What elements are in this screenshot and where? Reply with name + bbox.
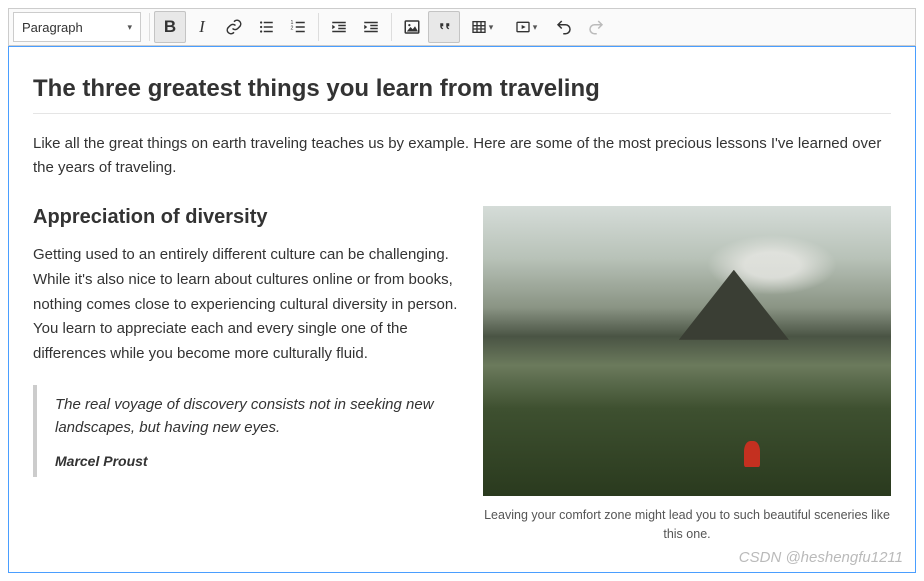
undo-icon xyxy=(555,18,573,36)
bulleted-list-icon xyxy=(257,18,275,36)
image-icon xyxy=(403,18,421,36)
media-icon xyxy=(515,19,531,35)
quote-icon xyxy=(435,18,453,36)
redo-icon xyxy=(587,18,605,36)
section-paragraph[interactable]: Getting used to an entirely different cu… xyxy=(33,243,463,367)
chevron-down-icon: ▾ xyxy=(127,22,132,33)
quote-author[interactable]: Marcel Proust xyxy=(55,453,463,469)
editor-toolbar: Paragraph ▾ B I 12 xyxy=(8,8,916,46)
bulleted-list-button[interactable] xyxy=(250,11,282,43)
link-icon xyxy=(225,18,243,36)
intro-paragraph[interactable]: Like all the great things on earth trave… xyxy=(33,132,891,180)
table-icon xyxy=(471,19,487,35)
watermark: CSDN @heshengfu1211 xyxy=(739,549,903,566)
toolbar-separator xyxy=(149,13,150,41)
editor-content[interactable]: The three greatest things you learn from… xyxy=(8,46,916,573)
italic-button[interactable]: I xyxy=(186,11,218,43)
chevron-down-icon: ▾ xyxy=(533,22,538,33)
blockquote[interactable]: The real voyage of discovery consists no… xyxy=(33,385,463,478)
chevron-down-icon: ▾ xyxy=(489,22,494,33)
image-button[interactable] xyxy=(396,11,428,43)
outdent-button[interactable] xyxy=(323,11,355,43)
svg-text:2: 2 xyxy=(291,25,294,31)
italic-icon: I xyxy=(199,17,205,37)
figure-caption[interactable]: Leaving your comfort zone might lead you… xyxy=(483,506,891,544)
indent-button[interactable] xyxy=(355,11,387,43)
outdent-icon xyxy=(330,18,348,36)
undo-button[interactable] xyxy=(548,11,580,43)
blockquote-button[interactable] xyxy=(428,11,460,43)
figure-image[interactable] xyxy=(483,206,891,496)
media-button[interactable]: ▾ xyxy=(504,11,548,43)
hiker-decoration xyxy=(744,441,760,467)
document-title[interactable]: The three greatest things you learn from… xyxy=(33,75,891,114)
table-button[interactable]: ▾ xyxy=(460,11,504,43)
redo-button[interactable] xyxy=(580,11,612,43)
bold-button[interactable]: B xyxy=(154,11,186,43)
heading-dropdown-label: Paragraph xyxy=(22,20,83,35)
section-heading[interactable]: Appreciation of diversity xyxy=(33,206,463,229)
numbered-list-button[interactable]: 12 xyxy=(282,11,314,43)
toolbar-separator xyxy=(391,13,392,41)
numbered-list-icon: 12 xyxy=(289,18,307,36)
toolbar-separator xyxy=(318,13,319,41)
quote-text[interactable]: The real voyage of discovery consists no… xyxy=(55,393,463,440)
indent-icon xyxy=(362,18,380,36)
figure[interactable]: Leaving your comfort zone might lead you… xyxy=(483,206,891,544)
link-button[interactable] xyxy=(218,11,250,43)
bold-icon: B xyxy=(164,17,176,37)
heading-dropdown[interactable]: Paragraph ▾ xyxy=(13,12,141,42)
